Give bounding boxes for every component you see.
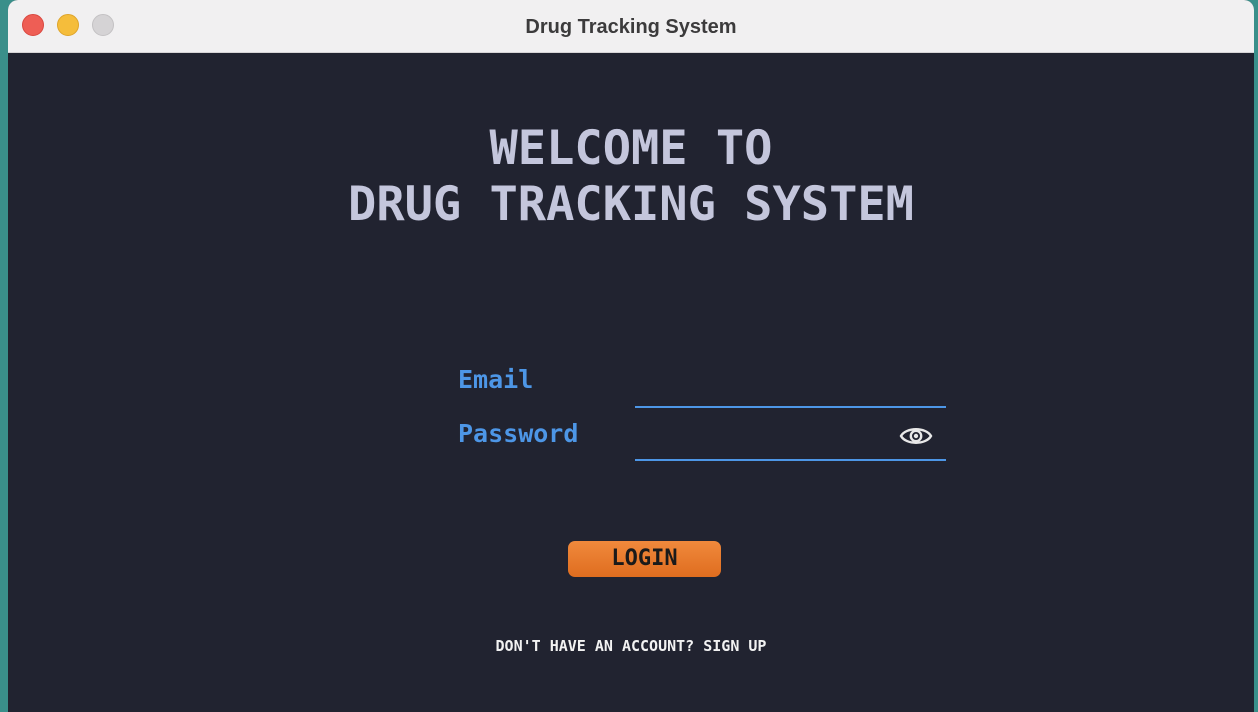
app-window: Drug Tracking System WELCOME TO DRUG TRA… (8, 0, 1254, 712)
password-label: Password (458, 419, 579, 448)
login-button[interactable]: LOGIN (568, 541, 721, 577)
title-bar: Drug Tracking System (8, 0, 1254, 53)
email-field[interactable] (635, 374, 946, 408)
eye-icon[interactable] (899, 424, 933, 448)
window-title: Drug Tracking System (525, 16, 737, 38)
login-screen: WELCOME TO DRUG TRACKING SYSTEM Email Pa… (8, 53, 1254, 712)
email-label: Email (458, 365, 534, 394)
welcome-heading-line-2: DRUG TRACKING SYSTEM (348, 177, 914, 232)
signup-link[interactable]: DON'T HAVE AN ACCOUNT? SIGN UP (8, 637, 1254, 655)
welcome-heading-line-1: WELCOME TO (489, 121, 773, 176)
